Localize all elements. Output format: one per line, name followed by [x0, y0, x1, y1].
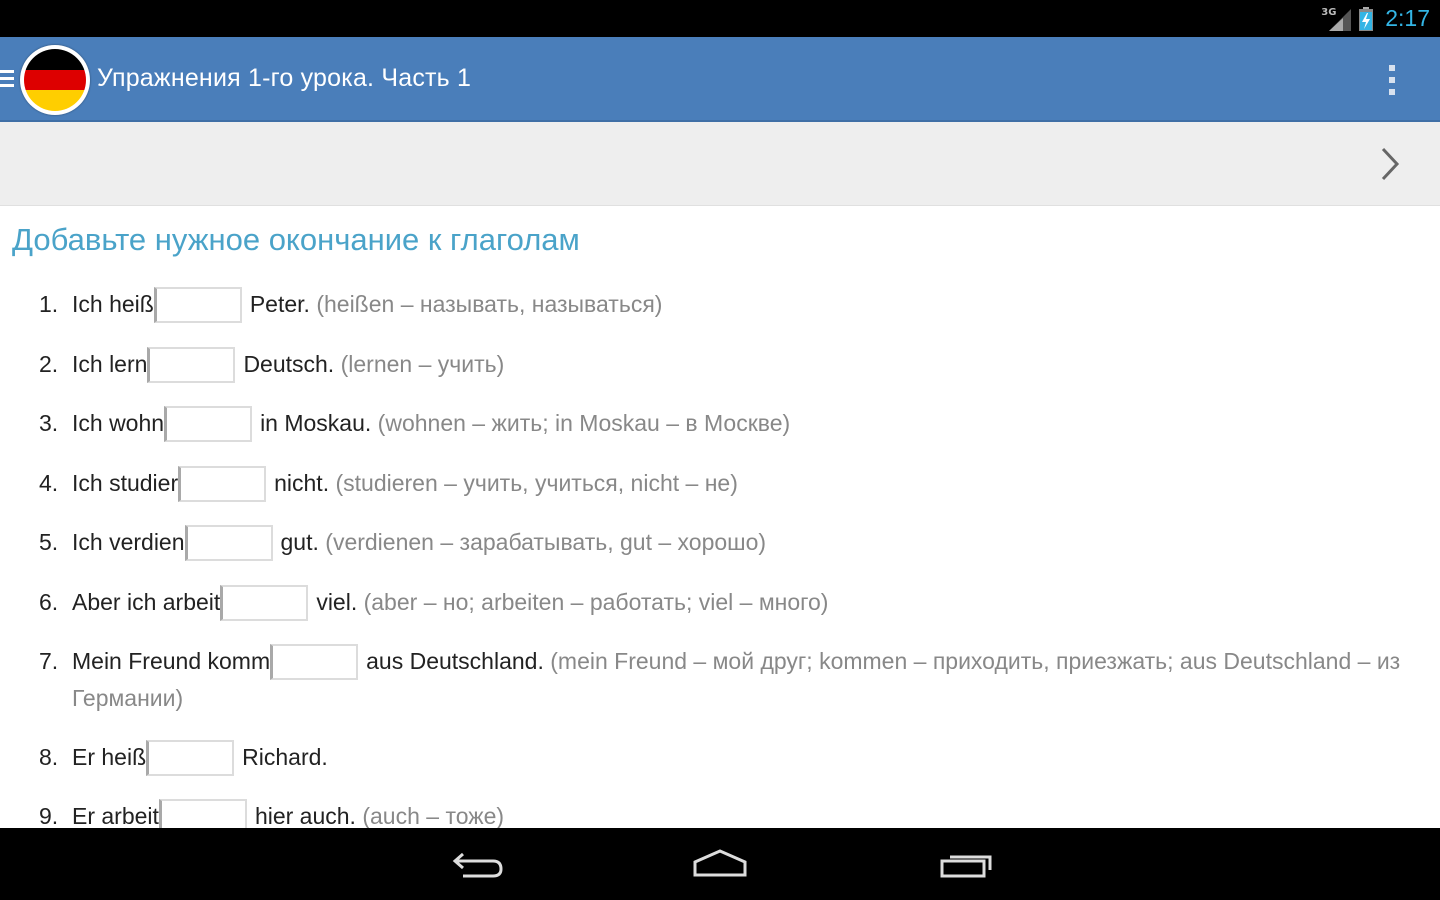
item-number: 6.	[39, 588, 59, 615]
answer-input[interactable]	[164, 406, 253, 442]
exercise-content: Добавьте нужное окончание к глаголам 1. I…	[0, 206, 1440, 828]
sentence-start: Aber ich arbeit	[72, 588, 221, 615]
sentence-end: hier auch.	[254, 803, 356, 828]
answer-input[interactable]	[220, 584, 309, 621]
sentence-end: nicht.	[274, 469, 330, 496]
exercise-item: 1. Ich heiß Peter. (heißen – называть, наз…	[0, 286, 1440, 323]
exercise-list: 1. Ich heiß Peter. (heißen – называть, наз…	[0, 286, 1440, 828]
home-icon	[693, 849, 747, 877]
exercise-item: 8. Er heiß Richard.	[0, 739, 1440, 776]
sentence-end: viel.	[316, 588, 358, 615]
action-bar: Упражнения 1-го урока. Часть 1	[0, 37, 1440, 122]
status-bar: 3G 2:17	[0, 0, 1440, 37]
translation-hint: (lernen – учить)	[340, 350, 505, 377]
exercise-item: 4. Ich studier nicht. (studieren – учить, …	[0, 465, 1440, 502]
sentence-start: Ich heiß	[72, 291, 154, 317]
sentence-end: Richard.	[242, 743, 328, 770]
exercise-item: 3. Ich wohn in Moskau. (wohnen – жить; in …	[0, 405, 1440, 442]
exercise-item: 7. Mein Freund komm aus Deutschland. (mein…	[0, 643, 1440, 716]
sentence-start: Ich lern	[72, 350, 148, 377]
answer-input[interactable]	[178, 465, 267, 502]
overflow-menu-icon[interactable]	[1388, 65, 1396, 95]
flag-icon	[24, 49, 86, 111]
back-button[interactable]	[445, 844, 509, 884]
back-icon	[452, 852, 503, 878]
item-number: 8.	[39, 743, 59, 770]
status-icons: 3G 2:17	[1321, 0, 1430, 37]
sentence-start: Er heiß	[72, 743, 147, 770]
answer-input[interactable]	[184, 525, 273, 561]
german-flag-logo[interactable]	[20, 45, 90, 115]
answer-input[interactable]	[270, 644, 359, 680]
drawer-icon[interactable]	[0, 70, 14, 90]
item-number: 7.	[39, 648, 59, 674]
sentence-end: aus Deutschland.	[366, 648, 544, 674]
item-number: 9.	[39, 803, 59, 828]
sentence-start: Ich wohn	[72, 410, 165, 436]
sentence-start: Er arbeit	[72, 803, 159, 828]
clock: 2:17	[1385, 5, 1430, 31]
sentence-end: Deutsch.	[243, 350, 335, 377]
exercise-item: 2. Ich lern Deutsch. (lernen – учить)	[0, 346, 1440, 383]
next-button[interactable]	[1370, 144, 1410, 184]
item-number: 1.	[39, 291, 59, 317]
translation-hint: (wohnen – жить; in Moskau – в Москве)	[377, 410, 791, 436]
recent-apps-icon	[940, 855, 992, 878]
item-number: 4.	[39, 469, 59, 496]
translation-hint: (heißen – называть, называться)	[316, 291, 663, 317]
exercise-heading: Добавьте нужное окончание к глаголам	[12, 222, 580, 257]
item-number: 5.	[39, 529, 59, 555]
item-number: 2.	[39, 350, 59, 377]
chevron-right-icon	[1381, 147, 1400, 181]
translation-hint: (aber – но; arbeiten – работать; viel – …	[363, 588, 829, 615]
answer-input[interactable]	[147, 346, 236, 383]
battery-charging-icon	[1359, 6, 1374, 31]
translation-hint: (studieren – учить, учиться, nicht – не)	[335, 469, 738, 496]
answer-input[interactable]	[158, 799, 247, 828]
sentence-end: gut.	[280, 529, 319, 555]
exercise-item: 6. Aber ich arbeit viel. (aber – но; arbei…	[0, 584, 1440, 621]
home-button[interactable]	[688, 844, 752, 884]
network-type: 3G	[1321, 6, 1337, 18]
signal-icon: 3G	[1321, 6, 1352, 31]
page-title: Упражнения 1-го урока. Часть 1	[97, 64, 472, 92]
exercise-navigation	[0, 122, 1440, 206]
translation-hint: (verdienen – зарабатывать, gut – хорошо)	[325, 529, 767, 555]
exercise-item: 5. Ich verdien gut. (verdienen – зарабатыв…	[0, 524, 1440, 561]
answer-input[interactable]	[153, 287, 242, 323]
sentence-start: Mein Freund komm	[72, 648, 271, 674]
answer-input[interactable]	[146, 739, 235, 776]
exercise-item: 9. Er arbeit hier auch. (auch – тоже)	[0, 798, 1440, 828]
sentence-end: in Moskau.	[260, 410, 372, 436]
sentence-end: Peter.	[249, 291, 310, 317]
translation-hint: (auch – тоже)	[362, 803, 505, 828]
sentence-start: Ich studier	[72, 469, 179, 496]
sentence-start: Ich verdien	[72, 529, 185, 555]
system-nav-bar	[0, 828, 1440, 900]
item-number: 3.	[39, 410, 59, 436]
recent-apps-button[interactable]	[932, 844, 996, 884]
